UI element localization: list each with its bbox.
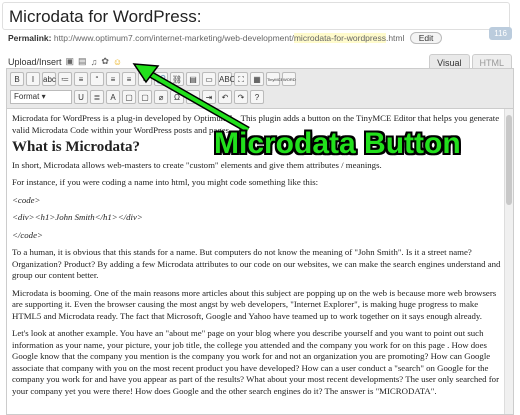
microdata-button-annotation: Microdata Button [214, 127, 461, 160]
annotation-arrow [132, 63, 250, 134]
